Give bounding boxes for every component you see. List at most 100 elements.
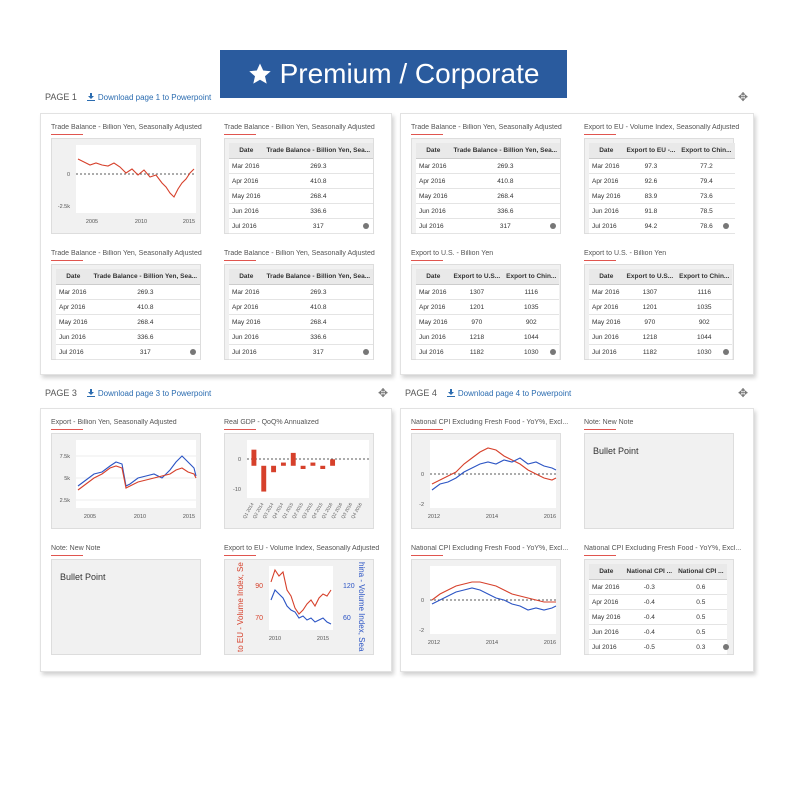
date-cell: Jul 2016 [229,218,264,234]
bar [251,449,257,466]
resize-handle[interactable] [723,223,729,229]
trade-balance-table-widget[interactable]: Trade Balance - Billion Yen, Seasonally … [224,124,384,238]
value-cell: 1182 [623,344,677,360]
column-header[interactable]: Trade Balance - Billion Yen, Sea... [263,143,374,159]
date-cell: May 2016 [416,314,451,330]
date-cell: Jun 2016 [589,329,624,345]
page-label: PAGE 1 [45,92,77,102]
download-icon [446,389,455,397]
data-table: Date Export to U.S... Export to Chin... Mar… [416,269,560,360]
value-cell: 410.8 [90,299,201,315]
column-header[interactable]: Date [229,269,264,285]
column-header[interactable]: Date [589,143,624,159]
cpi-chart-widget[interactable]: National CPI Excluding Fresh Food - YoY%… [411,545,571,659]
date-cell: Apr 2016 [589,299,624,315]
date-cell: May 2016 [589,188,624,204]
date-cell: Apr 2016 [416,173,451,189]
export-eu-table-widget[interactable]: Export to EU - Volume Index, Seasonally … [584,124,744,238]
value-cell: 1218 [450,329,504,345]
column-header[interactable]: Export to Chin... [678,143,735,159]
y-tick: -2.5k [58,204,70,210]
resize-handle[interactable] [363,349,369,355]
value-cell: 73.6 [678,188,735,204]
column-header[interactable]: Export to EU -... [623,143,679,159]
x-tick: 2016 [544,514,556,520]
table-row: Jul 2016 -0.5 0.3 [589,639,727,655]
column-header[interactable]: Date [229,143,264,159]
export-us-table-widget[interactable]: Export to U.S. - Billion Yen Date Export … [584,250,744,364]
date-cell: Apr 2016 [229,299,264,315]
y-right-tick: 60 [343,615,351,622]
x-tick: 2015 [183,219,195,225]
gdp-chart-widget[interactable]: Real GDP - QoQ% Annualized 0 -10 Q1 2014… [224,419,384,533]
download-page-1-link[interactable]: Download page 1 to Powerpoint [86,93,211,102]
table-row: Mar 2016 269.3 [56,284,201,300]
trade-balance-table-widget[interactable]: Trade Balance - Billion Yen, Seasonally … [224,250,384,364]
trade-balance-chart-widget[interactable]: Trade Balance - Billion Yen, Seasonally … [51,124,211,238]
date-cell: Jun 2016 [589,203,624,219]
column-header[interactable]: Date [589,269,624,285]
date-cell: May 2016 [589,609,624,625]
column-header[interactable]: Date [416,143,451,159]
export-us-table-widget[interactable]: Export to U.S. - Billion Yen Date Export … [411,250,571,364]
trade-balance-table-widget[interactable]: Trade Balance - Billion Yen, Seasonally … [51,250,211,364]
column-header[interactable]: Trade Balance - Billion Yen, Sea... [90,269,201,285]
table-row: Jul 2016 1182 1030 [416,344,560,360]
note-widget[interactable]: Note: New Note Bullet Point [584,419,744,533]
date-cell: Jun 2016 [229,203,264,219]
date-cell: Mar 2016 [589,158,624,174]
value-cell: 410.8 [263,299,374,315]
move-icon[interactable]: ✥ [378,386,388,400]
column-header[interactable]: Date [56,269,91,285]
bar [280,462,286,466]
value-cell: 336.6 [450,203,561,219]
column-header[interactable]: Export to Chin... [676,269,733,285]
resize-handle[interactable] [190,349,196,355]
export-chart-widget[interactable]: Export - Billion Yen, Seasonally Adjuste… [51,419,211,533]
date-cell: Jul 2016 [416,344,451,360]
trade-balance-table-widget[interactable]: Trade Balance - Billion Yen, Seasonally … [411,124,571,238]
column-header[interactable]: Trade Balance - Billion Yen, Sea... [450,143,561,159]
date-cell: Mar 2016 [416,158,451,174]
y-right-tick: 120 [343,583,355,590]
column-header[interactable]: Trade Balance - Billion Yen, Sea... [263,269,374,285]
table-row: May 2016 268.4 [229,314,374,330]
resize-handle[interactable] [723,349,729,355]
download-page-3-link[interactable]: Download page 3 to Powerpoint [86,389,211,398]
value-cell: 0.5 [675,609,727,625]
note-text: Bullet Point [593,446,639,456]
note-widget[interactable]: Note: New Note Bullet Point [51,545,211,659]
resize-handle[interactable] [723,644,729,650]
value-cell: 970 [623,314,677,330]
cpi-table-widget[interactable]: National CPI Excluding Fresh Food - YoY%… [584,545,744,659]
resize-handle[interactable] [550,349,556,355]
table-row: May 2016 268.4 [56,314,201,330]
cpi-chart-widget[interactable]: National CPI Excluding Fresh Food - YoY%… [411,419,571,533]
value-cell: 317 [263,344,374,360]
star-icon [248,63,271,84]
move-icon[interactable]: ✥ [738,90,748,104]
export-eu-chart-widget[interactable]: Export to EU - Volume Index, Seasonally … [224,545,384,659]
table-row: Mar 2016 1307 1116 [416,284,560,300]
column-header[interactable]: Date [416,269,451,285]
move-icon[interactable]: ✥ [738,386,748,400]
premium-banner[interactable]: Premium / Corporate [220,50,567,98]
download-icon [86,93,95,101]
column-header[interactable]: National CPI ... [675,564,727,580]
column-header[interactable]: National CPI ... [623,564,676,580]
column-header[interactable]: Export to Chin... [503,269,560,285]
table-row: Jul 2016 1182 1030 [589,344,733,360]
resize-handle[interactable] [363,223,369,229]
table-row: Jul 2016 317 [416,218,561,234]
column-header[interactable]: Export to U.S... [450,269,504,285]
banner-label: Premium / Corporate [279,58,540,89]
date-cell: Apr 2016 [416,299,451,315]
date-cell: Mar 2016 [229,284,264,300]
resize-handle[interactable] [550,223,556,229]
data-table: Date National CPI ... National CPI ... Mar … [589,564,727,655]
download-page-4-link[interactable]: Download page 4 to Powerpoint [446,389,571,398]
download-icon [86,389,95,397]
column-header[interactable]: Date [589,564,624,580]
column-header[interactable]: Export to U.S... [623,269,677,285]
table-row: Jun 2016 336.6 [229,203,374,219]
